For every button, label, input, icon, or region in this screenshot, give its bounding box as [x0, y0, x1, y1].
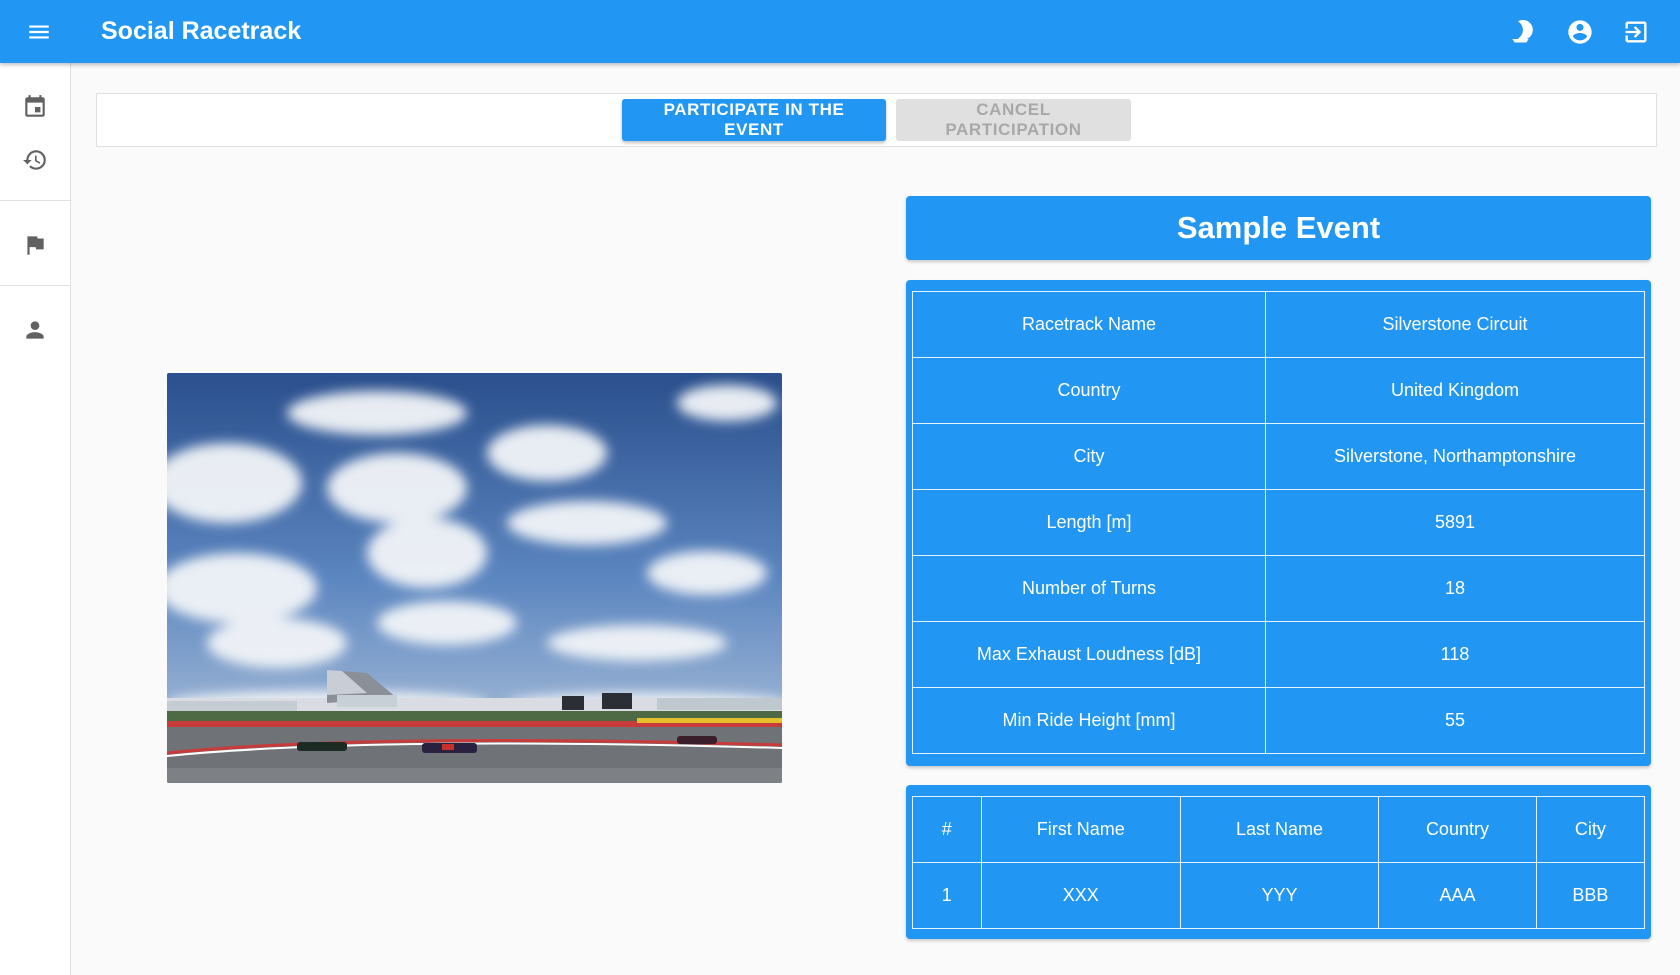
details-value-cell: 18: [1265, 555, 1645, 622]
details-row: Length [m] 5891: [912, 489, 1645, 556]
racetrack-photo: [167, 373, 782, 783]
participants-header-cell: First Name: [980, 796, 1181, 863]
app-bar: Social Racetrack: [0, 0, 1680, 63]
details-row: Max Exhaust Loudness [dB] 118: [912, 621, 1645, 688]
cancel-participation-button[interactable]: CANCEL PARTICIPATION: [896, 99, 1131, 141]
details-key-cell: Max Exhaust Loudness [dB]: [912, 621, 1266, 688]
details-row: Min Ride Height [mm] 55: [912, 687, 1645, 754]
sidebar-item-calendar[interactable]: [0, 80, 70, 133]
logout-icon: [1625, 21, 1647, 42]
details-key-cell: Country: [912, 357, 1266, 424]
details-key-cell: Min Ride Height [mm]: [912, 687, 1266, 754]
event-actions-bar: PARTICIPATE IN THE EVENT CANCEL PARTICIP…: [96, 93, 1657, 147]
account-circle-icon: [1568, 19, 1592, 44]
sidebar: [0, 63, 71, 975]
flag-icon: [27, 235, 44, 255]
sidebar-item-racetracks[interactable]: [0, 218, 70, 271]
menu-button[interactable]: [0, 0, 78, 63]
sidebar-item-history[interactable]: [0, 133, 70, 186]
participants-header-cell: City: [1535, 796, 1646, 863]
details-key-cell: Length [m]: [912, 489, 1266, 556]
participant-cell: YYY: [1179, 862, 1380, 929]
sidebar-group-tracks: [0, 201, 70, 286]
participant-row: 1 XXX YYY AAA BBB: [912, 862, 1646, 929]
header-actions: [1510, 0, 1650, 63]
details-key-cell: City: [912, 423, 1266, 490]
participate-button[interactable]: PARTICIPATE IN THE EVENT: [622, 99, 886, 141]
participants-header-cell: Country: [1378, 796, 1537, 863]
details-row: Number of Turns 18: [912, 555, 1645, 622]
details-row: City Silverstone, Northamptonshire: [912, 423, 1645, 490]
participant-cell: 1: [912, 862, 982, 929]
participants-header-cell: Last Name: [1179, 796, 1380, 863]
history-icon: [23, 149, 46, 170]
participant-cell: AAA: [1378, 862, 1537, 929]
sidebar-group-events: [0, 63, 70, 201]
logout-button[interactable]: [1622, 18, 1650, 46]
participants-card: # First Name Last Name Country City 1 XXX YYY A…: [906, 785, 1651, 939]
details-row: Country United Kingdom: [912, 357, 1645, 424]
participant-cell: BBB: [1535, 862, 1646, 929]
sidebar-group-profile: [0, 286, 70, 370]
participant-cell: XXX: [980, 862, 1181, 929]
event-title: Sample Event: [906, 196, 1651, 260]
details-row: Racetrack Name Silverstone Circuit: [912, 291, 1645, 358]
person-icon: [26, 320, 44, 339]
menu-icon: [29, 25, 49, 38]
details-value-cell: 55: [1265, 687, 1645, 754]
participants-header-cell: #: [912, 796, 982, 863]
theme-toggle-button[interactable]: [1510, 18, 1538, 46]
account-button[interactable]: [1566, 18, 1594, 46]
calendar-icon: [25, 94, 45, 117]
details-value-cell: Silverstone Circuit: [1265, 291, 1645, 358]
theme-toggle-icon: [1512, 19, 1533, 42]
details-value-cell: 118: [1265, 621, 1645, 688]
sidebar-item-profile[interactable]: [0, 303, 70, 356]
details-value-cell: 5891: [1265, 489, 1645, 556]
event-details-card: Racetrack Name Silverstone Circuit Country…: [906, 280, 1651, 766]
participants-table: # First Name Last Name Country City 1 XXX YYY A…: [912, 796, 1646, 929]
details-key-cell: Number of Turns: [912, 555, 1266, 622]
event-details-table: Racetrack Name Silverstone Circuit Country…: [912, 291, 1645, 754]
app-title: Social Racetrack: [101, 17, 302, 45]
details-value-cell: Silverstone, Northamptonshire: [1265, 423, 1645, 490]
details-value-cell: United Kingdom: [1265, 357, 1645, 424]
details-key-cell: Racetrack Name: [912, 291, 1266, 358]
